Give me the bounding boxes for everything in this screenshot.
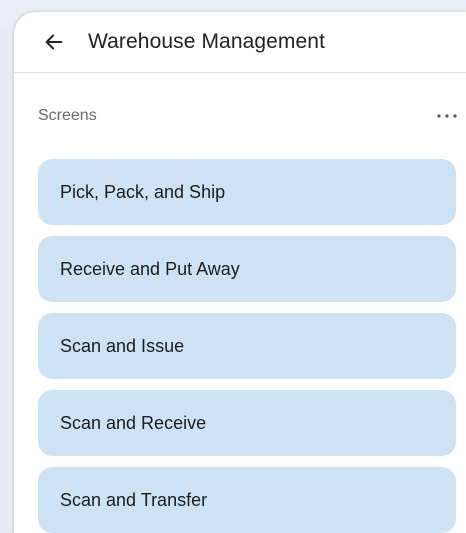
screen-item-label: Scan and Transfer (60, 489, 208, 510)
screen-item-label: Receive and Put Away (60, 258, 240, 279)
app-window: Warehouse Management Screens Pick, Pack,… (14, 12, 466, 533)
section-header: Screens (38, 104, 458, 128)
screen-item-scan-transfer[interactable]: Scan and Transfer (38, 467, 456, 533)
page-title: Warehouse Management (88, 30, 326, 53)
arrow-left-icon (45, 34, 63, 50)
app-header: Warehouse Management (14, 12, 466, 73)
screen-item-label: Scan and Issue (60, 335, 185, 356)
screen-item-pick-pack-ship[interactable]: Pick, Pack, and Ship (38, 159, 456, 225)
screen-item-label: Scan and Receive (60, 412, 207, 433)
screens-list: Pick, Pack, and Ship Receive and Put Awa… (38, 159, 456, 533)
back-button[interactable] (34, 22, 74, 62)
more-horizontal-icon (437, 114, 457, 118)
screen-item-scan-issue[interactable]: Scan and Issue (38, 313, 456, 379)
screen-item-scan-receive[interactable]: Scan and Receive (38, 390, 456, 456)
screen-item-receive-put-away[interactable]: Receive and Put Away (38, 236, 456, 302)
screen-item-label: Pick, Pack, and Ship (60, 181, 226, 202)
more-options-button[interactable] (428, 106, 458, 126)
section-label: Screens (38, 107, 97, 124)
